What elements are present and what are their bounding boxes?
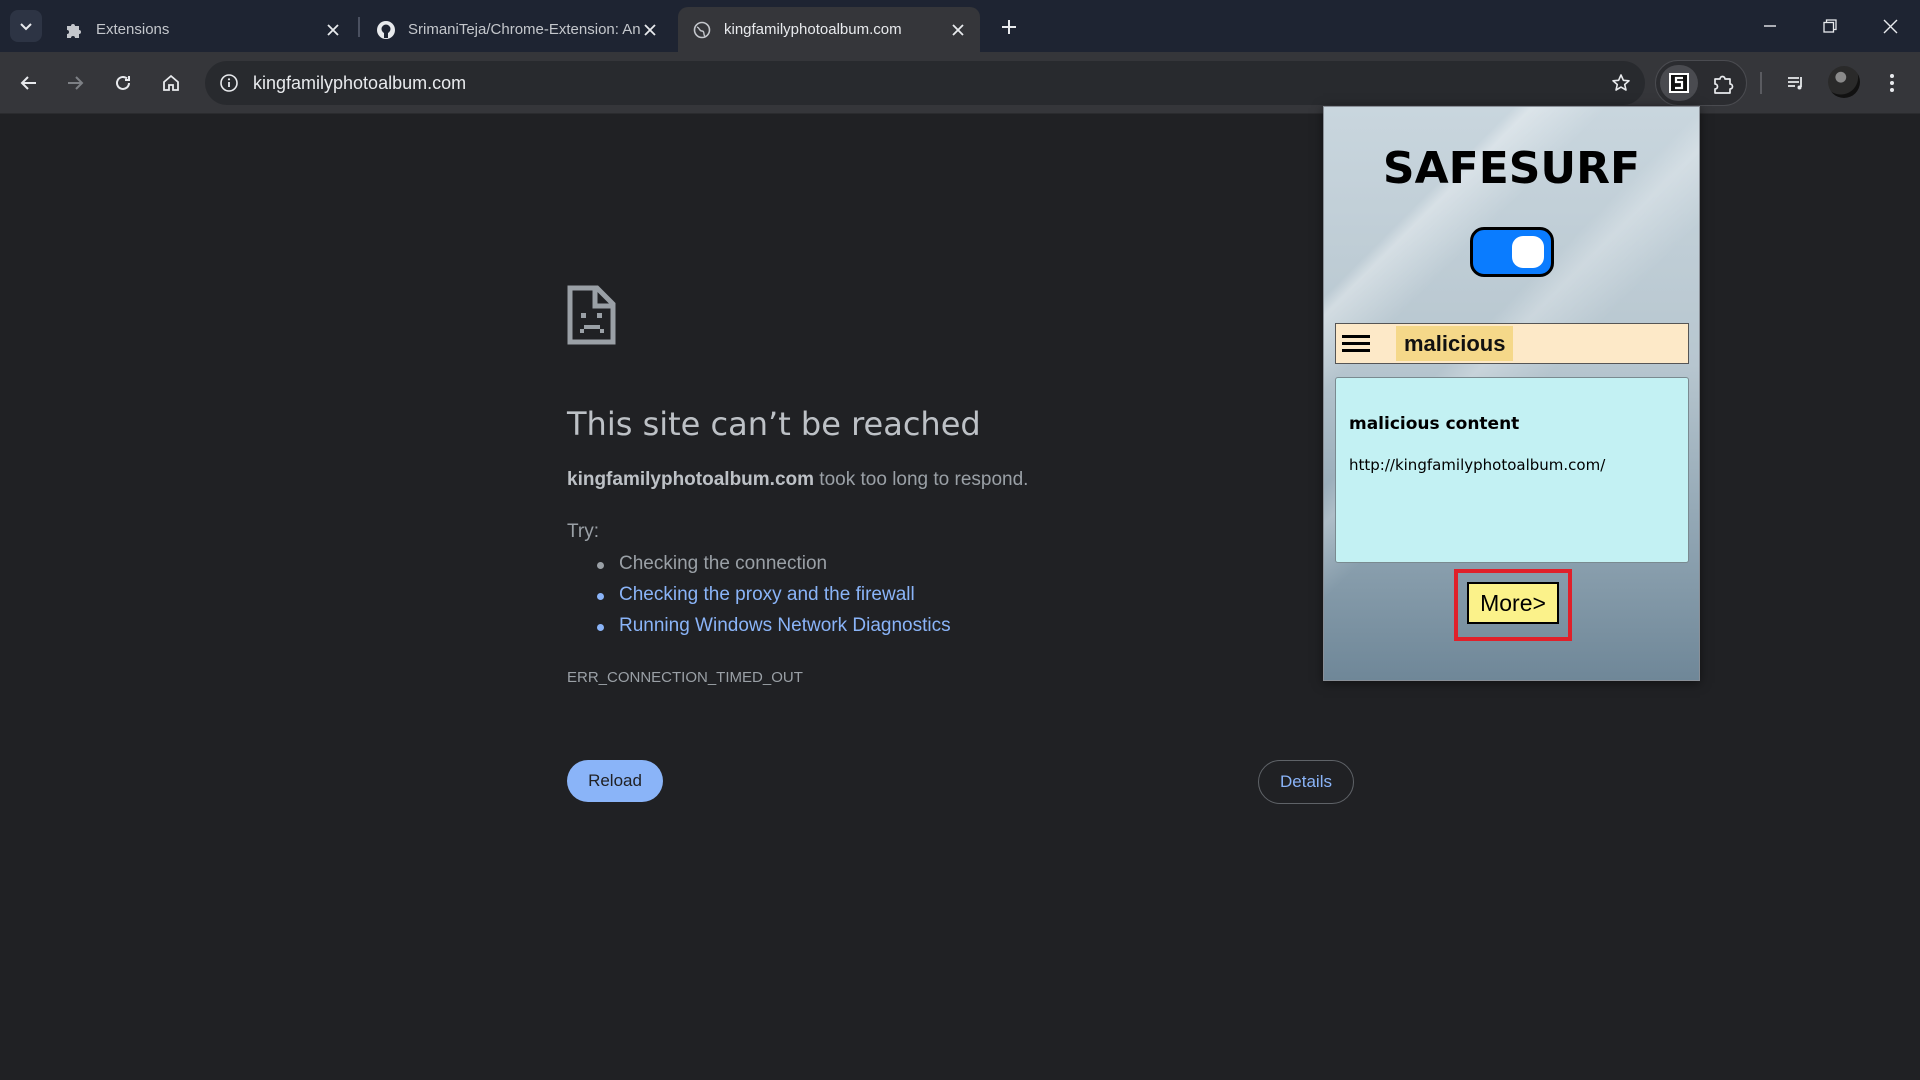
result-card: malicious content http://kingfamilyphoto… <box>1335 377 1689 563</box>
tab-search-button[interactable] <box>10 10 42 42</box>
suggestion-link-network-diagnostics[interactable]: Running Windows Network Diagnostics <box>567 615 951 646</box>
status-bar: malicious <box>1335 323 1689 364</box>
restore-icon <box>1823 19 1837 33</box>
home-icon <box>163 74 179 91</box>
media-controls-button[interactable] <box>1780 67 1812 99</box>
address-url[interactable]: kingfamilyphotoalbum.com <box>253 73 466 94</box>
close-icon[interactable] <box>323 20 343 40</box>
playlist-icon <box>1788 77 1802 90</box>
reload-toolbar-button[interactable] <box>107 67 139 99</box>
error-host: kingfamilyphotoalbum.com <box>567 469 815 490</box>
tab-title: SrimaniTeja/Chrome-Extension: An <box>408 21 640 38</box>
error-description: kingfamilyphotoalbum.com took too long t… <box>567 469 1028 491</box>
safesurf-logo-icon <box>1669 73 1689 93</box>
new-tab-button[interactable] <box>994 12 1024 42</box>
browser-toolbar: kingfamilyphotoalbum.com <box>0 52 1920 114</box>
tab-separator <box>358 17 360 37</box>
tab-github[interactable]: SrimaniTeja/Chrome-Extension: An <box>362 7 672 52</box>
restore-button[interactable] <box>1800 0 1860 52</box>
safesurf-extension-button[interactable] <box>1660 65 1698 101</box>
details-button[interactable]: Details <box>1258 760 1354 804</box>
puzzle-icon <box>1714 75 1734 94</box>
arrow-left-icon <box>20 76 36 90</box>
popup-title: SAFESURF <box>1382 143 1641 194</box>
browser-menu-button[interactable] <box>1876 67 1908 99</box>
forward-button[interactable] <box>59 67 91 99</box>
safesurf-popup: SAFESURF malicious malicious content htt… <box>1323 106 1700 681</box>
profile-avatar[interactable] <box>1828 66 1860 98</box>
suggestion-link-proxy-firewall[interactable]: Checking the proxy and the firewall <box>567 584 951 615</box>
suggestion-list: Checking the connection Checking the pro… <box>567 553 951 646</box>
sad-document-icon <box>567 285 616 345</box>
reload-icon <box>116 75 130 90</box>
close-icon[interactable] <box>640 20 660 40</box>
close-window-button[interactable] <box>1860 0 1920 52</box>
more-button[interactable]: More> <box>1467 582 1559 624</box>
error-page: This site can’t be reached kingfamilypho… <box>567 285 1357 804</box>
plus-icon <box>1002 20 1016 34</box>
close-icon[interactable] <box>948 20 968 40</box>
github-icon <box>376 20 396 40</box>
puzzle-icon <box>64 20 84 40</box>
address-bar[interactable]: kingfamilyphotoalbum.com <box>205 61 1645 105</box>
result-url: http://kingfamilyphotoalbum.com/ <box>1349 456 1606 474</box>
bookmark-star-icon[interactable] <box>1609 71 1633 95</box>
error-message: took too long to respond. <box>814 469 1029 490</box>
chevron-down-icon <box>20 23 32 31</box>
extensions-menu-button[interactable] <box>1706 67 1740 101</box>
back-button[interactable] <box>13 67 45 99</box>
close-icon <box>1883 19 1897 33</box>
error-title: This site can’t be reached <box>567 405 981 443</box>
home-button[interactable] <box>155 67 187 99</box>
tab-title: Extensions <box>96 21 170 38</box>
protection-toggle[interactable] <box>1470 227 1554 277</box>
tab-extensions[interactable]: Extensions <box>50 7 355 52</box>
toggle-knob <box>1512 236 1544 268</box>
tab-strip: Extensions SrimaniTeja/Chrome-Extension:… <box>0 0 1920 52</box>
kebab-menu-icon <box>1890 74 1894 92</box>
minimize-button[interactable] <box>1740 0 1800 52</box>
globe-icon <box>692 20 712 40</box>
tab-active-site[interactable]: kingfamilyphotoalbum.com <box>678 7 980 52</box>
site-info-icon[interactable] <box>217 71 241 95</box>
arrow-right-icon <box>68 76 84 90</box>
status-label: malicious <box>1396 326 1514 361</box>
try-label: Try: <box>567 521 600 542</box>
suggestion-item: Checking the connection <box>567 553 951 584</box>
reload-button[interactable]: Reload <box>567 760 663 802</box>
result-heading: malicious content <box>1349 414 1520 434</box>
toolbar-divider <box>1760 72 1762 94</box>
minimize-icon <box>1764 25 1776 27</box>
tab-title: kingfamilyphotoalbum.com <box>724 21 902 38</box>
hamburger-menu-icon[interactable] <box>1342 331 1370 357</box>
error-code: ERR_CONNECTION_TIMED_OUT <box>567 669 803 686</box>
extension-group <box>1655 60 1747 106</box>
